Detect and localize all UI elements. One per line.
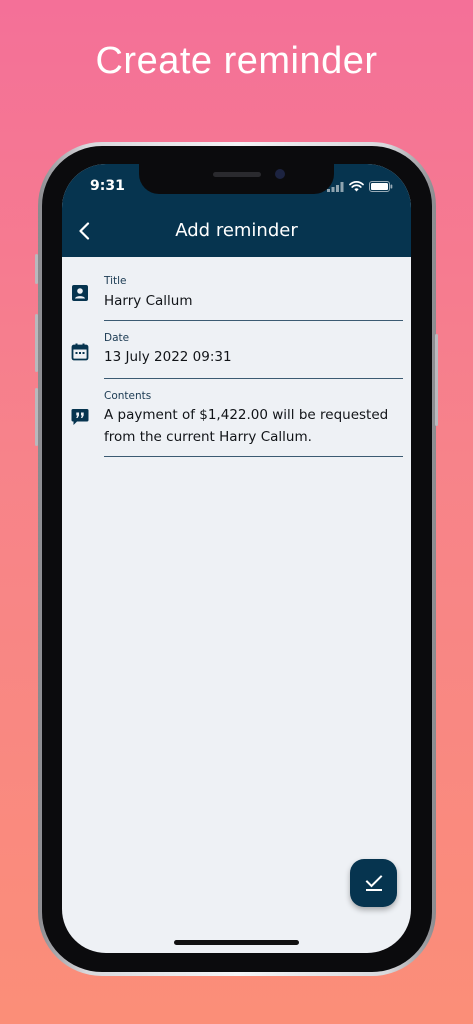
contents-field-underline <box>104 456 403 457</box>
app-bar-title: Add reminder <box>175 220 298 241</box>
title-field[interactable]: Title Harry Callum <box>62 269 411 324</box>
notch <box>139 164 334 194</box>
date-field-value[interactable]: 13 July 2022 09:31 <box>104 346 404 368</box>
phone-side-button-silent <box>35 254 38 284</box>
wifi-icon <box>349 181 364 192</box>
contact-card-icon <box>72 285 88 301</box>
date-field-label: Date <box>104 332 130 344</box>
status-icons <box>327 181 393 192</box>
front-camera <box>275 169 285 179</box>
contents-field-label: Contents <box>104 390 152 402</box>
quote-comment-icon <box>71 409 89 425</box>
phone-side-button-power <box>435 334 438 426</box>
title-field-label: Title <box>104 275 127 287</box>
contents-field-value[interactable]: A payment of $1,422.00 will be requested… <box>104 404 404 448</box>
calendar-icon <box>71 343 89 361</box>
title-field-value[interactable]: Harry Callum <box>104 290 404 312</box>
signal-icon <box>327 181 344 192</box>
battery-icon <box>369 181 393 192</box>
date-field[interactable]: Date 13 July 2022 09:31 <box>62 326 411 381</box>
speaker-grille <box>213 172 261 177</box>
status-time: 9:31 <box>90 178 125 194</box>
check-done-icon <box>365 875 382 891</box>
phone-side-button-volume-up <box>35 314 38 372</box>
contents-field[interactable]: Contents A payment of $1,422.00 will be … <box>62 384 411 459</box>
home-indicator[interactable] <box>174 940 299 945</box>
date-field-underline <box>104 378 403 379</box>
title-field-underline <box>104 320 403 321</box>
phone-screen: 9:31 Add reminder Title Harry Callum Dat… <box>62 164 411 953</box>
app-bar: 9:31 Add reminder <box>62 164 411 257</box>
phone-side-button-volume-down <box>35 388 38 446</box>
promo-title: Create reminder <box>95 40 378 82</box>
save-reminder-button[interactable] <box>350 859 397 907</box>
